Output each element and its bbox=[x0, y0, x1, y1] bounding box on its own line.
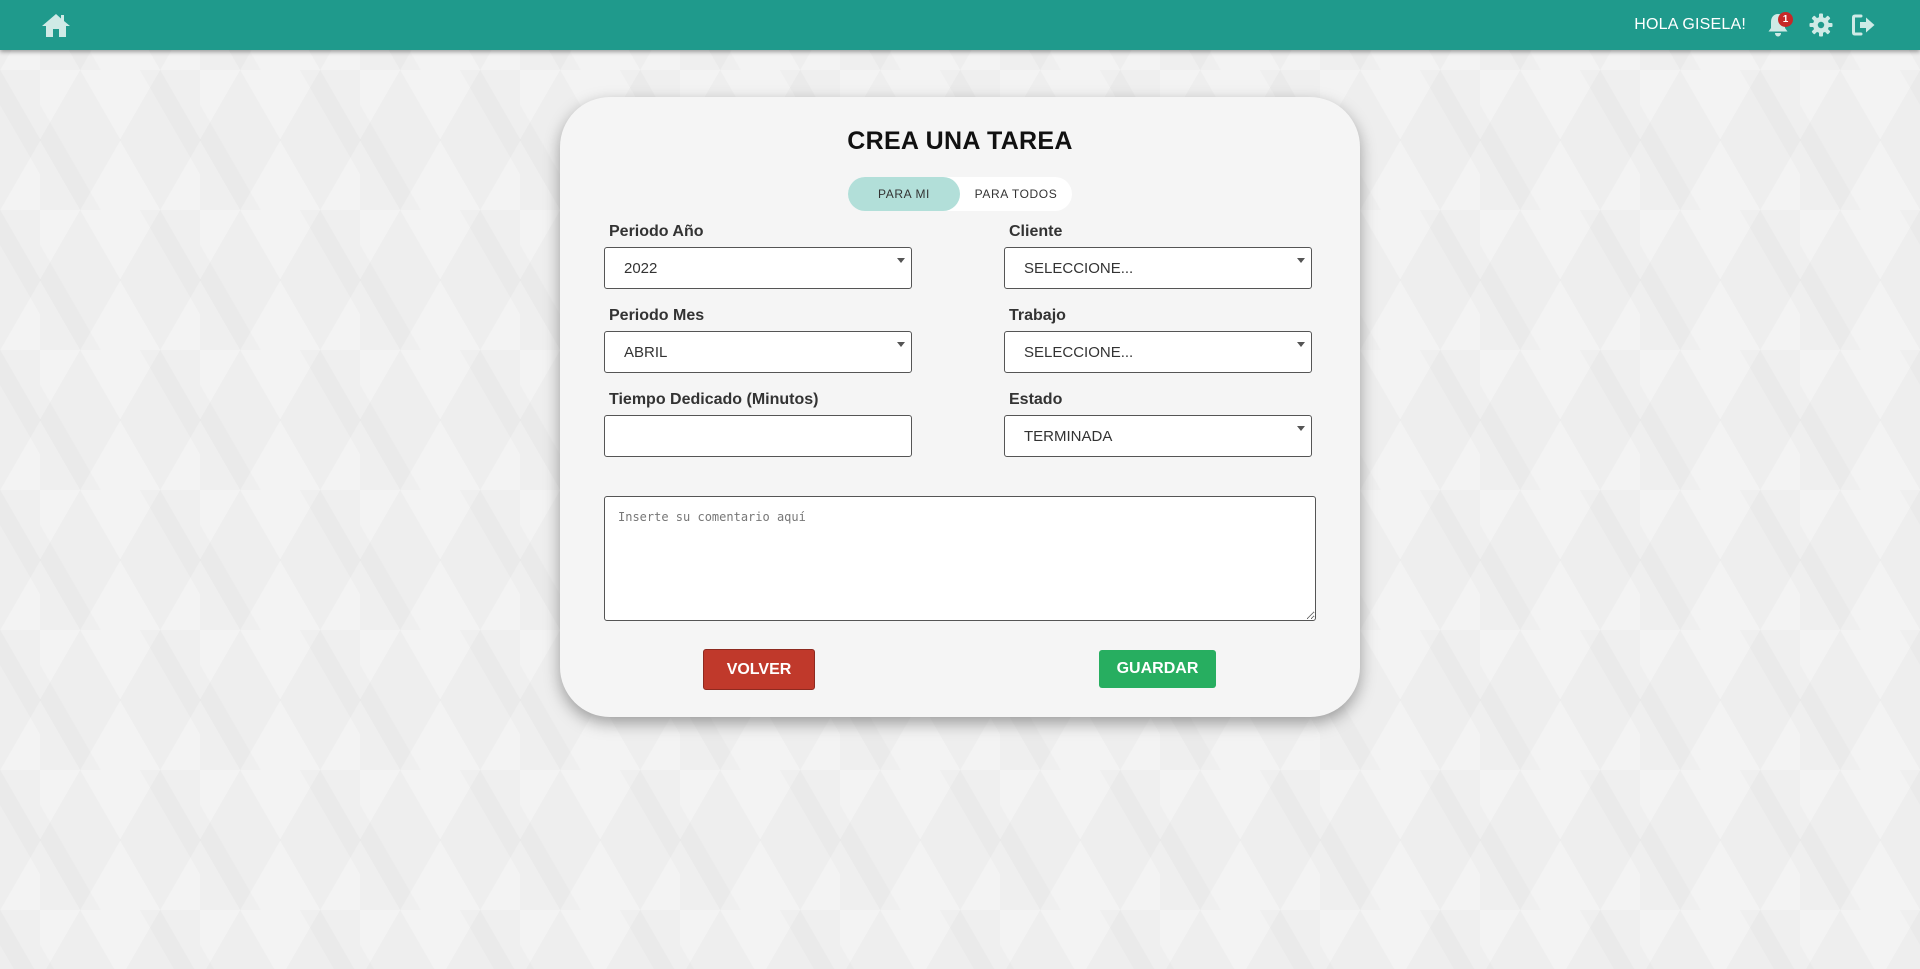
chevron-down-icon bbox=[897, 342, 905, 347]
periodo-anio-label: Periodo Año bbox=[609, 223, 704, 240]
cliente-select[interactable]: SELECCIONE... bbox=[1004, 247, 1312, 289]
cliente-value: SELECCIONE... bbox=[1024, 260, 1134, 277]
tiempo-dedicado-input[interactable] bbox=[604, 415, 912, 457]
notification-badge: 1 bbox=[1778, 12, 1793, 27]
estado-label: Estado bbox=[1009, 391, 1063, 408]
logout-icon[interactable] bbox=[1851, 12, 1877, 38]
periodo-mes-select[interactable]: ABRIL bbox=[604, 331, 912, 373]
assignee-toggle: PARA MI PARA TODOS bbox=[848, 177, 1072, 211]
periodo-anio-select[interactable]: 2022 bbox=[604, 247, 912, 289]
estado-value: TERMINADA bbox=[1024, 428, 1113, 445]
periodo-anio-value: 2022 bbox=[624, 260, 658, 277]
comment-textarea[interactable] bbox=[604, 496, 1316, 621]
page-title: CREA UNA TAREA bbox=[847, 127, 1073, 155]
estado-select[interactable]: TERMINADA bbox=[1004, 415, 1312, 457]
tiempo-dedicado-label: Tiempo Dedicado (Minutos) bbox=[609, 391, 819, 408]
trabajo-select[interactable]: SELECCIONE... bbox=[1004, 331, 1312, 373]
toggle-para-mi[interactable]: PARA MI bbox=[848, 177, 960, 211]
trabajo-value: SELECCIONE... bbox=[1024, 344, 1134, 361]
guardar-button[interactable]: GUARDAR bbox=[1099, 650, 1216, 688]
chevron-down-icon bbox=[1297, 342, 1305, 347]
volver-button[interactable]: VOLVER bbox=[703, 649, 815, 690]
gear-icon[interactable] bbox=[1808, 12, 1834, 38]
top-navbar: HOLA GISELA! 1 bbox=[0, 0, 1920, 50]
periodo-mes-label: Periodo Mes bbox=[609, 307, 705, 324]
periodo-mes-value: ABRIL bbox=[624, 344, 668, 361]
trabajo-label: Trabajo bbox=[1009, 307, 1066, 324]
chevron-down-icon bbox=[897, 258, 905, 263]
chevron-down-icon bbox=[1297, 258, 1305, 263]
toggle-para-todos[interactable]: PARA TODOS bbox=[960, 177, 1072, 211]
user-greeting: HOLA GISELA! bbox=[1634, 16, 1746, 33]
chevron-down-icon bbox=[1297, 426, 1305, 431]
create-task-card: CREA UNA TAREA PARA MI PARA TODOS Period… bbox=[560, 97, 1360, 717]
cliente-label: Cliente bbox=[1009, 223, 1063, 240]
home-icon[interactable] bbox=[40, 12, 72, 38]
